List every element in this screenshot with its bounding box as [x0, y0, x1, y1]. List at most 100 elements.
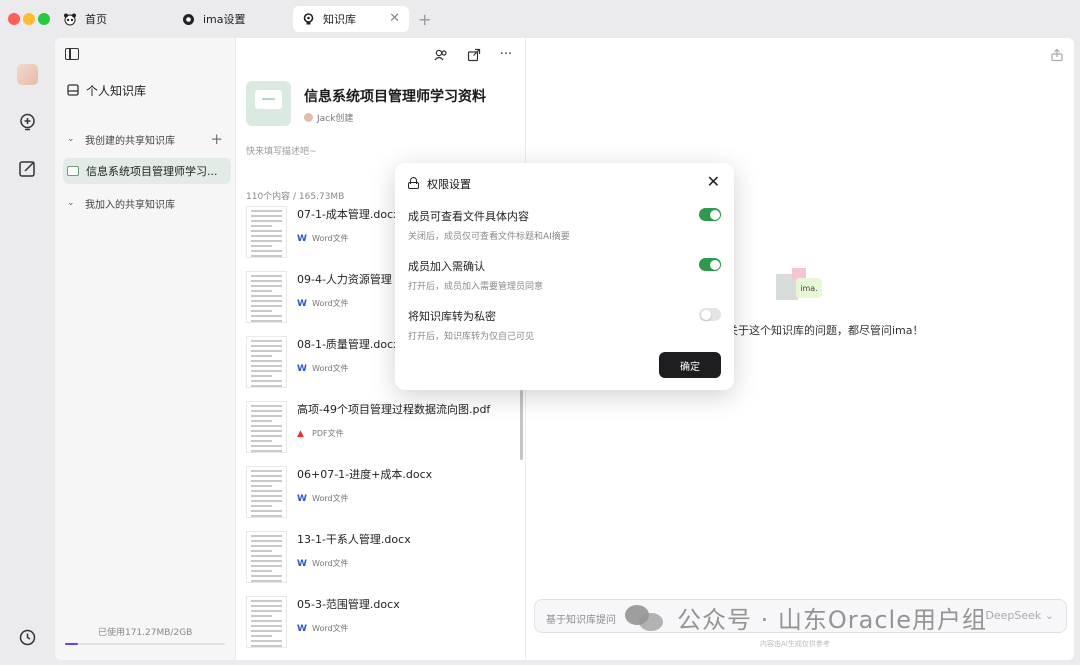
- file-type-label: PDF文件: [312, 429, 344, 438]
- file-name: 07-1-成本管理.docx: [297, 208, 400, 221]
- confirm-button[interactable]: 确定: [659, 352, 721, 378]
- more-options-icon[interactable]: ···: [499, 48, 513, 62]
- tab-knowledge-base[interactable]: 知识库 ✕: [293, 6, 409, 32]
- tab-label: 知识库: [323, 13, 356, 26]
- kb-cover-image: [246, 81, 291, 126]
- file-type: W Word文件: [297, 363, 349, 374]
- file-type: W Word文件: [297, 493, 349, 504]
- question-placeholder: 基于知识库提问: [546, 615, 616, 626]
- option-description: 打开后，知识库转为仅自己可见: [408, 332, 535, 342]
- file-type-label: Word文件: [312, 234, 349, 243]
- ai-disclaimer: 内容由AI生成仅供参考: [760, 640, 830, 648]
- file-type-label: Word文件: [312, 494, 349, 503]
- file-thumbnail: [246, 596, 287, 648]
- share-icon[interactable]: [467, 48, 481, 62]
- option-description: 打开后，成员加入需要管理员同意: [408, 282, 544, 292]
- personal-kb-icon: [67, 84, 79, 96]
- file-type: ▲ PDF文件: [297, 428, 344, 439]
- storage-usage-text: 已使用171.27MB/2GB: [98, 628, 193, 638]
- author-avatar: [304, 113, 313, 122]
- lock-icon: [408, 177, 419, 189]
- file-list-item[interactable]: 05-3-范围管理.docx W Word文件: [246, 594, 516, 654]
- storage-usage-bar: [65, 643, 225, 645]
- sidebar-item-label: 信息系统项目管理师学习...: [86, 165, 218, 178]
- sidebar-group-label: 我加入的共享知识库: [85, 199, 175, 211]
- file-name: 05-3-范围管理.docx: [297, 598, 400, 611]
- ima-hero-illustration: ima.: [776, 268, 824, 302]
- file-thumbnail: [246, 531, 287, 583]
- minimize-window-button[interactable]: [23, 13, 35, 25]
- toggle-join-confirm[interactable]: [699, 258, 721, 271]
- sidebar-item-personal-kb[interactable]: 个人知识库: [63, 77, 231, 103]
- storage-usage-fill: [65, 643, 79, 645]
- file-type-label: Word文件: [312, 364, 349, 373]
- tab-home[interactable]: 首页: [55, 6, 165, 32]
- word-icon: W: [297, 623, 307, 634]
- history-clock-icon[interactable]: [17, 627, 38, 648]
- close-window-button[interactable]: [8, 13, 20, 25]
- panda-icon: [63, 12, 77, 26]
- sidebar-group-created-shared[interactable]: ⌄ 我创建的共享知识库 +: [63, 126, 231, 152]
- option-title: 将知识库转为私密: [408, 310, 496, 323]
- knowledge-sidebar: 个人知识库 ⌄ 我创建的共享知识库 + 信息系统项目管理师学习... ⌄ 我加入…: [55, 38, 235, 660]
- toggle-view-content[interactable]: [699, 208, 721, 221]
- word-icon: W: [297, 493, 307, 504]
- file-list-item[interactable]: 13-1-干系人管理.docx W Word文件: [246, 529, 516, 589]
- kb-author: Jack创建: [304, 111, 353, 124]
- kb-author-label: Jack创建: [317, 114, 354, 124]
- add-kb-button[interactable]: +: [210, 130, 223, 148]
- file-type-label: Word文件: [312, 299, 349, 308]
- zoom-window-button[interactable]: [38, 13, 50, 25]
- file-list-item[interactable]: 高项-49个项目管理过程数据流向图.pdf ▲ PDF文件: [246, 399, 516, 459]
- window-titlebar: 首页 ima设置 知识库 ✕ +: [0, 0, 1080, 38]
- option-title: 成员加入需确认: [408, 260, 485, 273]
- toggle-sidebar-icon[interactable]: [65, 48, 79, 60]
- file-name: 13-1-干系人管理.docx: [297, 533, 411, 546]
- model-select[interactable]: DeepSeek ⌄: [985, 609, 1054, 622]
- file-type-label: Word文件: [312, 624, 349, 633]
- file-list-item[interactable]: 06+07-1-进度+成本.docx W Word文件: [246, 464, 516, 524]
- file-name: 06+07-1-进度+成本.docx: [297, 468, 433, 481]
- file-thumbnail: [246, 206, 287, 258]
- members-icon[interactable]: [434, 48, 448, 62]
- file-thumbnail: [246, 401, 287, 453]
- option-title: 成员可查看文件具体内容: [408, 210, 529, 223]
- file-list-scrollbar[interactable]: [520, 390, 523, 460]
- ima-badge: ima.: [796, 278, 822, 298]
- sidebar-item-selected-kb[interactable]: 信息系统项目管理师学习...: [63, 158, 231, 184]
- file-name: 09-4-人力资源管理: [297, 273, 392, 286]
- kb-content-count: 110个内容 / 165.73MB: [246, 192, 345, 202]
- tab-label: ima设置: [203, 13, 246, 26]
- file-name: 08-1-质量管理.docx: [297, 338, 400, 351]
- sidebar-group-joined-shared[interactable]: ⌄ 我加入的共享知识库: [63, 190, 231, 216]
- file-type: W Word文件: [297, 233, 349, 244]
- word-icon: W: [297, 363, 307, 374]
- word-icon: W: [297, 298, 307, 309]
- word-icon: W: [297, 233, 307, 244]
- watermark: 公众号 · 山东Oracle用户组: [625, 600, 987, 635]
- file-name: 高项-49个项目管理过程数据流向图.pdf: [297, 403, 491, 416]
- pdf-icon: ▲: [297, 428, 304, 439]
- file-type-label: Word文件: [312, 559, 349, 568]
- new-tab-button[interactable]: +: [418, 10, 431, 29]
- toggle-private[interactable]: [699, 308, 721, 321]
- tab-ima-settings[interactable]: ima设置: [173, 6, 285, 32]
- close-icon[interactable]: ✕: [389, 11, 400, 26]
- notes-edit-icon[interactable]: [17, 158, 38, 179]
- close-icon[interactable]: ✕: [707, 173, 720, 191]
- wechat-logo-icon: [625, 603, 665, 633]
- file-thumbnail: [246, 336, 287, 388]
- kb-title: 信息系统项目管理师学习资料: [304, 89, 486, 105]
- ima-gear-icon: [181, 12, 195, 26]
- file-type: W Word文件: [297, 623, 349, 634]
- file-thumbnail: [246, 271, 287, 323]
- new-idea-icon[interactable]: [17, 112, 38, 133]
- chevron-down-icon: ⌄: [67, 198, 75, 208]
- avatar[interactable]: [17, 64, 38, 85]
- kb-icon: [67, 166, 79, 176]
- file-type: W Word文件: [297, 298, 349, 309]
- knowledge-base-icon: [301, 12, 315, 26]
- kb-description-input[interactable]: 快来填写描述吧~: [246, 144, 317, 157]
- dialog-title: 权限设置: [427, 178, 471, 191]
- export-icon[interactable]: [1050, 48, 1064, 62]
